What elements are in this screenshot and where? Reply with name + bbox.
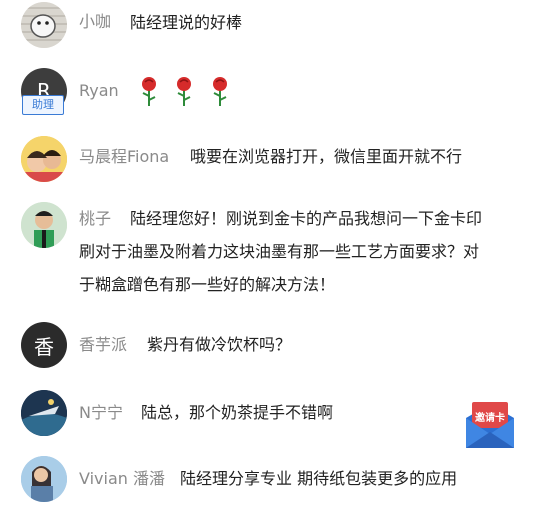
comment-text: 陆经理分享专业 期待纸包装更多的应用 xyxy=(180,469,458,488)
avatar-image xyxy=(21,456,67,502)
avatar[interactable] xyxy=(21,2,67,48)
avatar[interactable] xyxy=(21,202,67,248)
avatar-image xyxy=(21,390,67,436)
invite-card-button[interactable]: 邀请卡 xyxy=(464,396,516,450)
comment-text-line: 陆经理您好！刚说到金卡的产品我想问一下金卡印 xyxy=(130,209,483,228)
avatar-letter: 香 xyxy=(34,334,54,359)
avatar-image xyxy=(21,202,67,248)
avatar[interactable] xyxy=(21,456,67,502)
comment-row: R Ryan xyxy=(0,60,536,120)
avatar-image xyxy=(21,2,67,48)
avatar[interactable] xyxy=(21,136,67,182)
commenter-name[interactable]: 香芋派 xyxy=(79,334,127,356)
commenter-name[interactable]: N宁宁 xyxy=(79,402,123,424)
comment-row: 桃子 陆经理您好！刚说到金卡的产品我想问一下金卡印 刷对于油墨及附着力这块油墨有… xyxy=(0,198,536,308)
commenter-name[interactable]: 小咖 xyxy=(79,11,111,33)
avatar-image xyxy=(21,136,67,182)
comment-row: 马晨程Fiona 哦要在浏览器打开，微信里面开就不行 xyxy=(0,130,536,185)
comment-row: 小咖 陆经理说的好棒 xyxy=(0,0,536,50)
comment-text: 陆总，那个奶茶提手不错啊 xyxy=(141,403,334,422)
commenter-name[interactable]: Ryan xyxy=(79,80,119,102)
comment-text: 陆经理说的好棒 xyxy=(130,13,243,32)
comment-row: Vivian 潘潘 陆经理分享专业 期待纸包装更多的应用 xyxy=(0,452,536,509)
commenter-name[interactable]: 马晨程Fiona xyxy=(79,146,169,168)
commenter-name[interactable]: Vivian 潘潘 xyxy=(79,468,165,490)
assistant-badge: 助理 xyxy=(22,95,64,115)
comment-text: 哦要在浏览器打开，微信里面开就不行 xyxy=(190,147,463,166)
comment-text: 紫丹有做冷饮杯吗？ xyxy=(147,335,292,354)
rose-icon xyxy=(142,77,156,106)
invite-card-label: 邀请卡 xyxy=(475,413,505,424)
comment-text-line: 刷对于油墨及附着力这块油墨有那一些工艺方面要求？对 xyxy=(79,242,480,261)
commenter-name[interactable]: 桃子 xyxy=(79,208,111,230)
comment-row: N宁宁 陆总，那个奶茶提手不错啊 xyxy=(0,386,536,441)
comment-text-line: 于糊盒蹭色有那一些好的解决方法！ xyxy=(79,275,336,294)
rose-icon xyxy=(213,77,227,106)
rose-icon xyxy=(177,77,191,106)
avatar[interactable]: 香 xyxy=(21,322,67,368)
comment-row: 香 香芋派 紫丹有做冷饮杯吗？ xyxy=(0,320,536,375)
avatar[interactable] xyxy=(21,390,67,436)
